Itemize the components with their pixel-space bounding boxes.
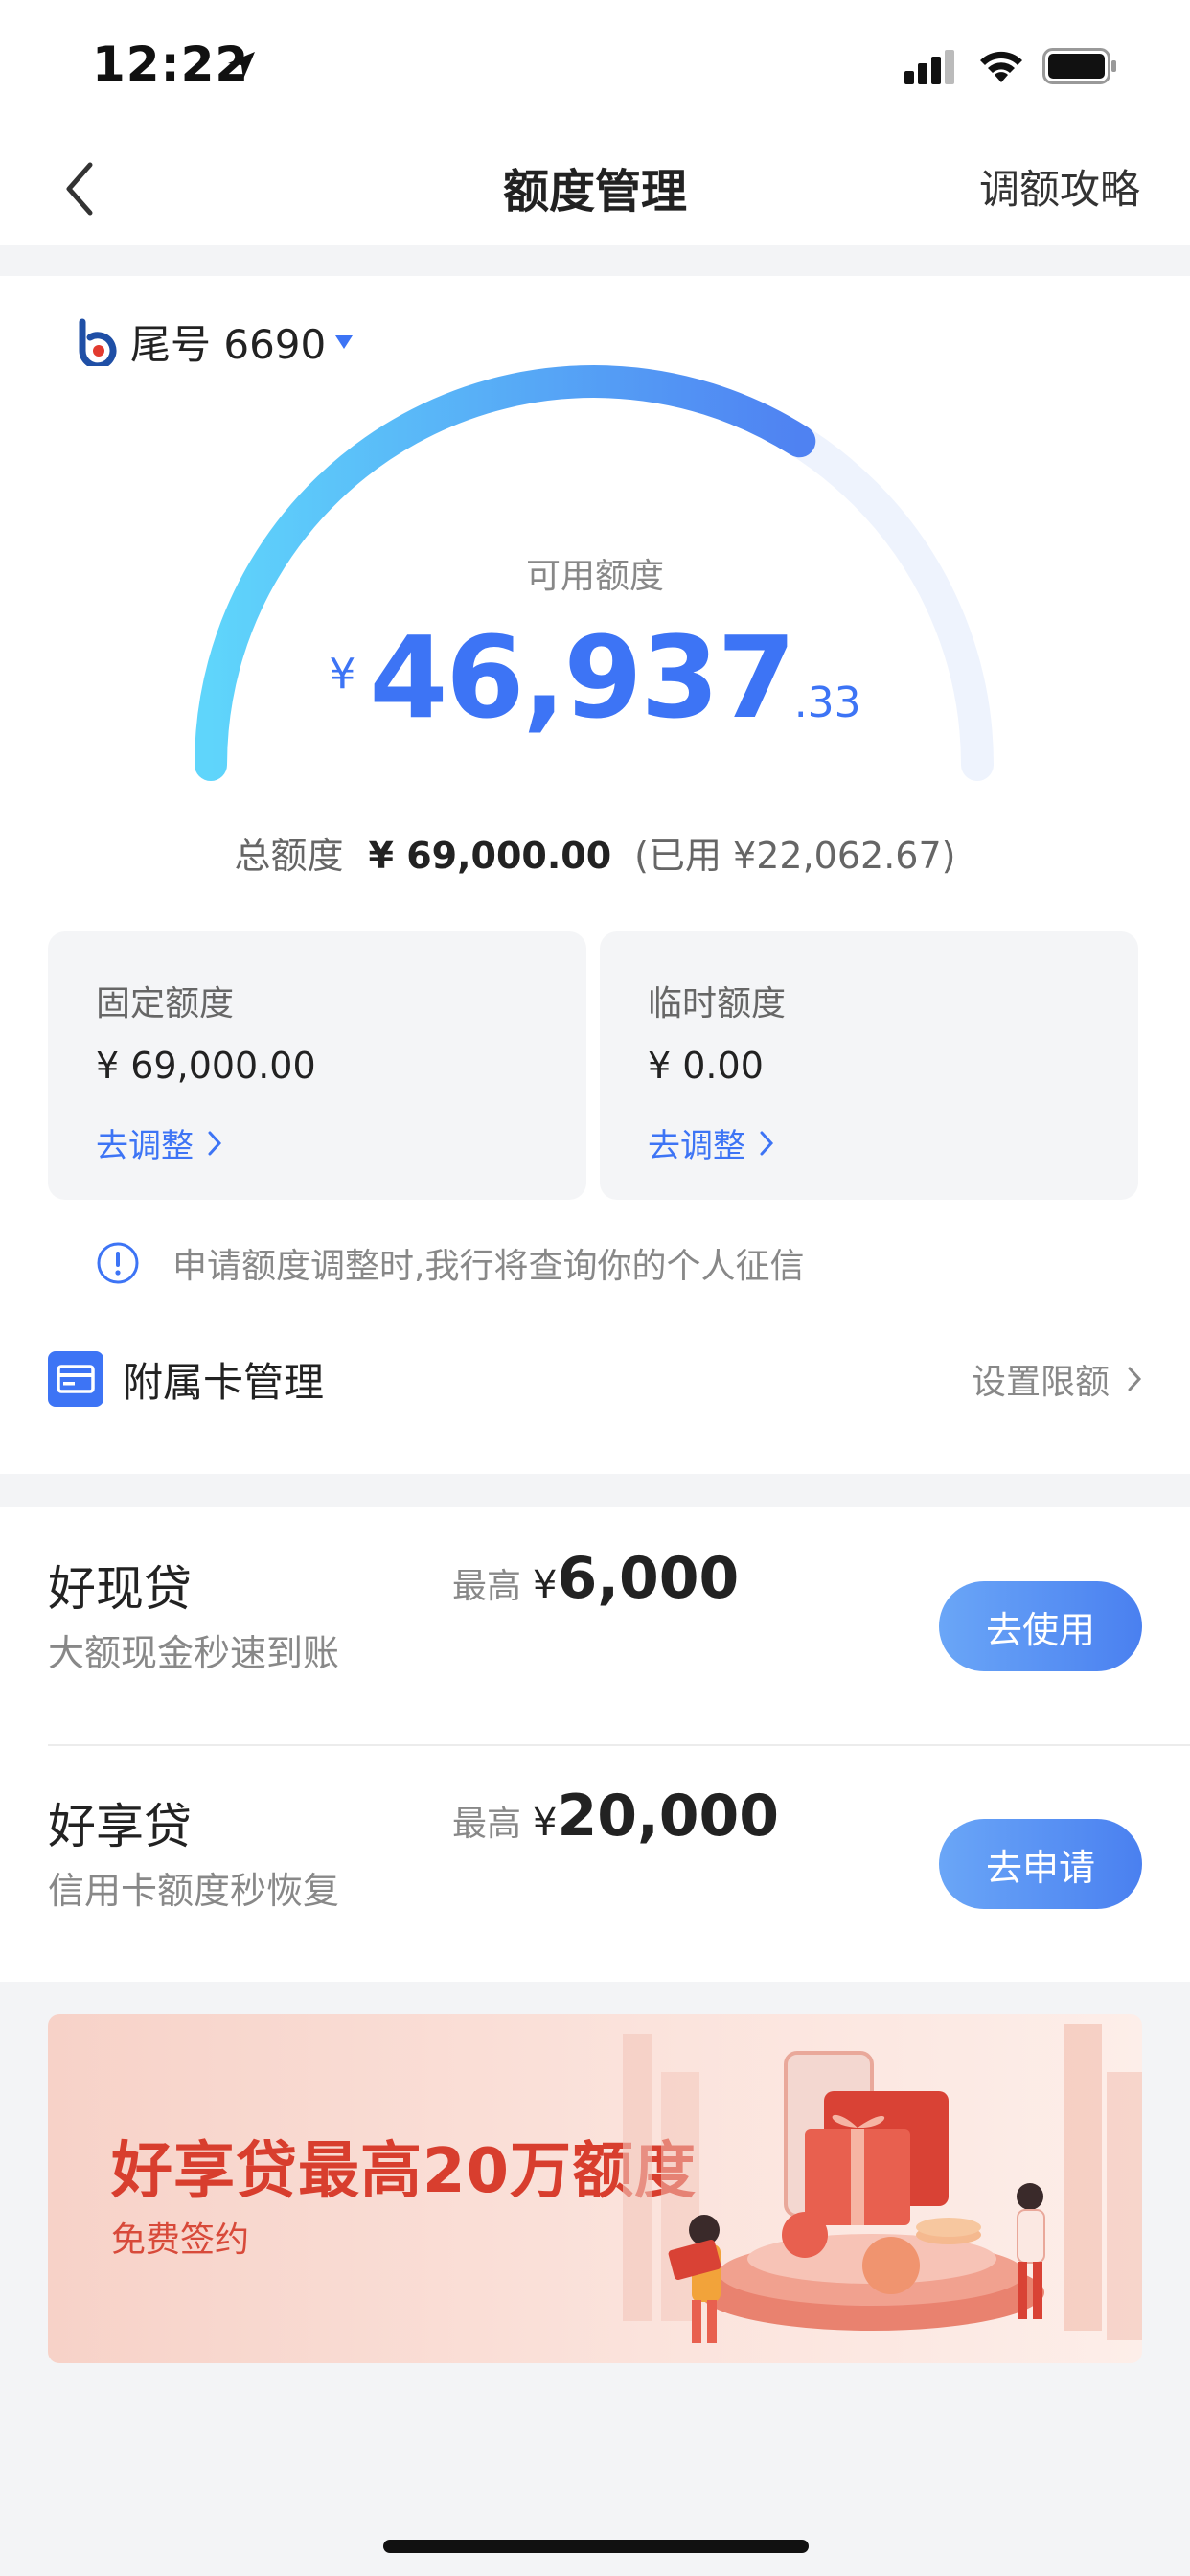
credit-limit-panel: 尾号 6690 可用额度 ¥46,937.33 总额度 ¥ 69,000.00 (已… [0,276,1190,1474]
gift-illustration [623,2024,1142,2343]
location-arrow-icon [228,52,255,79]
available-decimal: .33 [793,678,861,727]
apply-loan-button[interactable]: 去申请 [939,1819,1142,1909]
quota-value: ¥ 0.00 [648,1045,764,1087]
adjust-label: 去调整 [96,1127,194,1165]
loan-description: 大额现金秒速到账 [48,1632,340,1674]
loan-products: 好现贷 大额现金秒速到账 最高 ¥6,000 去使用 好享贷 信用卡额度秒恢复 最… [0,1506,1190,1982]
total-label: 总额度 [234,835,344,877]
available-label: 可用额度 [525,557,664,596]
loan-description: 信用卡额度秒恢复 [48,1870,340,1912]
total-value: ¥ 69,000.00 [368,835,612,877]
credit-card-icon [48,1351,103,1407]
chevron-right-icon [1128,1367,1142,1392]
battery-icon [1042,48,1116,84]
temporary-quota-card: 临时额度 ¥ 0.00 去调整 [600,932,1138,1200]
available-amount: ¥46,937.33 [0,611,1190,744]
adjust-fixed-link[interactable]: 去调整 [96,1119,222,1166]
adjust-label: 去调整 [648,1127,745,1165]
max-label: 最高 [452,1805,522,1844]
cellular-signal-icon [904,50,954,84]
max-value: 20,000 [557,1782,780,1850]
set-limit-label: 设置限额 [971,1363,1110,1402]
quota-title: 固定额度 [96,984,235,1024]
total-limit-row: 总额度 ¥ 69,000.00 (已用 ¥22,062.67) [0,826,1190,879]
bank-logo-icon [79,318,117,366]
currency-symbol: ¥ [329,650,356,699]
quota-value: ¥ 69,000.00 [96,1045,316,1087]
fixed-quota-card: 固定额度 ¥ 69,000.00 去调整 [48,932,586,1200]
currency-symbol: ¥ [533,1563,558,1607]
supplementary-card-row[interactable]: 附属卡管理 设置限额 [48,1346,1142,1413]
credit-guide-link[interactable]: 调额攻略 [979,157,1140,216]
chevron-right-icon [760,1131,774,1155]
credit-inquiry-notice: 申请额度调整时,我行将查询你的个人征信 [96,1238,804,1288]
loan-max-amount: 最高 ¥6,000 [452,1545,739,1612]
loan-name: 好现贷 [48,1561,192,1617]
available-integer: 46,937 [369,611,795,744]
dropdown-triangle-icon [335,334,354,349]
wifi-icon [980,51,1022,82]
home-indicator[interactable] [383,2540,809,2553]
set-limit-link[interactable]: 设置限额 [972,1354,1142,1404]
max-value: 6,000 [557,1545,740,1612]
chevron-right-icon [208,1131,222,1155]
quota-title: 临时额度 [648,984,787,1024]
use-loan-button[interactable]: 去使用 [939,1581,1142,1671]
banner-subtitle: 免费签约 [111,2220,250,2260]
nav-bar: 额度管理 调额攻略 [0,134,1190,245]
loan-max-amount: 最高 ¥20,000 [452,1782,779,1850]
status-bar: 12:22 [0,0,1190,134]
notice-text: 申请额度调整时,我行将查询你的个人征信 [172,1247,805,1286]
adjust-temporary-link[interactable]: 去调整 [648,1119,774,1166]
used-amount: (已用 ¥22,062.67) [634,835,956,877]
supplementary-card-title: 附属卡管理 [123,1358,325,1406]
currency-symbol: ¥ [533,1801,558,1845]
loan-item: 好享贷 信用卡额度秒恢复 最高 ¥20,000 去申请 [0,1744,1190,1982]
max-label: 最高 [452,1567,522,1606]
loan-name: 好享贷 [48,1799,192,1854]
promo-banner[interactable]: 好享贷最高20万额度 免费签约 [48,2014,1142,2363]
info-icon [97,1242,139,1284]
loan-item: 好现贷 大额现金秒速到账 最高 ¥6,000 去使用 [0,1506,1190,1744]
